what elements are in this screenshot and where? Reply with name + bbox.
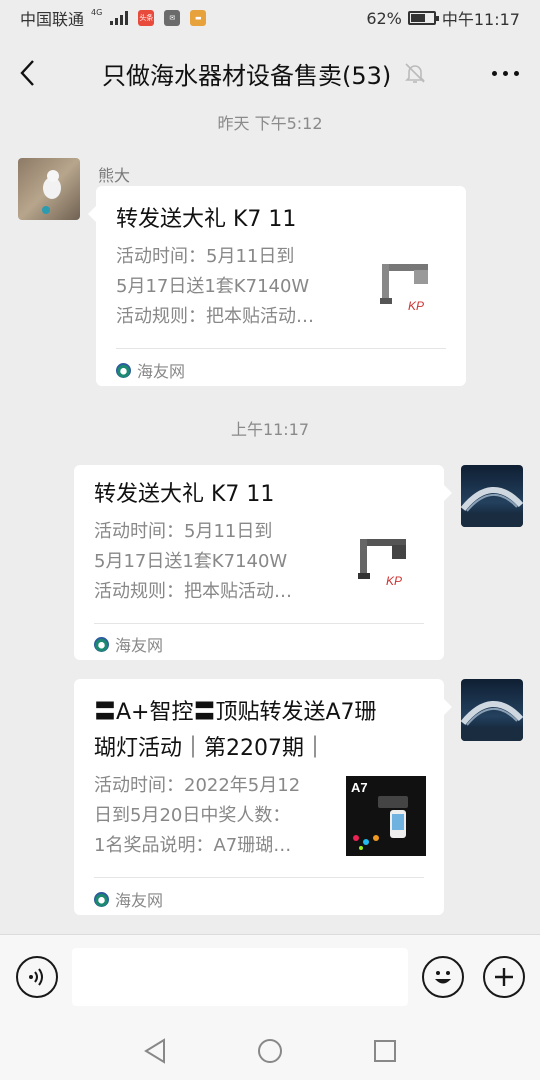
card-divider bbox=[116, 348, 446, 349]
nav-recents-button[interactable] bbox=[372, 1038, 398, 1064]
source-logo-icon bbox=[94, 891, 109, 907]
battery-icon bbox=[407, 11, 439, 25]
network-type: 4G bbox=[91, 7, 103, 17]
message-input[interactable] bbox=[72, 948, 408, 1006]
more-functions-button[interactable] bbox=[483, 956, 525, 998]
card-description: 活动时间：2022年5月12 日到5月20日中奖人数： 1名奖品说明：A7珊瑚… bbox=[94, 775, 301, 856]
news-app-icon: 头条 bbox=[138, 10, 155, 26]
card-thumbnail: KP bbox=[346, 527, 426, 607]
input-bar bbox=[0, 934, 540, 1020]
nav-home-button[interactable] bbox=[257, 1038, 283, 1064]
card-divider bbox=[94, 623, 424, 624]
card-source: 海友网 bbox=[94, 632, 163, 656]
system-navigation-bar bbox=[0, 1020, 540, 1080]
signal-icon bbox=[110, 11, 129, 25]
circle-home-icon bbox=[258, 1039, 282, 1063]
source-name: 海友网 bbox=[137, 362, 186, 381]
timestamp: 昨天 下午5:12 bbox=[217, 114, 323, 133]
card-description: 活动时间：5月11日到 5月17日送1套K7140W 活动规则：把本贴活动… bbox=[94, 521, 292, 602]
more-options-button[interactable] bbox=[470, 36, 540, 110]
source-name: 海友网 bbox=[115, 891, 164, 910]
triangle-back-icon bbox=[144, 1038, 165, 1064]
card-source: 海友网 bbox=[116, 358, 185, 382]
voice-wave-icon bbox=[29, 968, 43, 986]
nav-back-button[interactable] bbox=[142, 1038, 168, 1064]
square-recents-icon bbox=[374, 1040, 396, 1062]
avatar-photo bbox=[461, 700, 523, 741]
link-card[interactable]: 转发送大礼 K7 11 活动时间：5月11日到 5月17日送1套K7140W 活… bbox=[88, 186, 466, 386]
back-button[interactable] bbox=[0, 36, 56, 110]
svg-text:KP: KP bbox=[386, 574, 402, 588]
card-title: 转发送大礼 K7 11 bbox=[116, 207, 297, 232]
card-source: 海友网 bbox=[94, 887, 163, 911]
voice-button[interactable] bbox=[16, 956, 58, 998]
card-thumbnail: KP bbox=[368, 252, 448, 332]
source-logo-icon bbox=[94, 636, 109, 652]
card-thumbnail: A7 bbox=[346, 776, 426, 856]
status-bar: 中国联通 4G 头条 ✉ ▬ 62% 中午11:17 bbox=[0, 0, 540, 36]
avatar-photo bbox=[461, 486, 523, 527]
svg-text:KP: KP bbox=[408, 299, 424, 313]
self-avatar[interactable] bbox=[461, 465, 523, 527]
link-card[interactable]: 转发送大礼 K7 11 活动时间：5月11日到 5月17日送1套K7140W 活… bbox=[74, 465, 452, 660]
emoji-button[interactable] bbox=[422, 956, 464, 998]
mute-bell-icon bbox=[403, 61, 427, 85]
source-name: 海友网 bbox=[115, 636, 164, 655]
sender-avatar[interactable] bbox=[18, 158, 80, 220]
chat-title: 只做海水器材设备售卖(53) bbox=[102, 61, 392, 90]
carrier-name: 中国联通 bbox=[20, 10, 85, 29]
sender-name: 熊大 bbox=[98, 166, 131, 185]
battery-percent: 62% bbox=[366, 8, 402, 28]
card-title: 转发送大礼 K7 11 bbox=[94, 482, 275, 507]
avatar-photo bbox=[42, 170, 61, 214]
source-logo-icon bbox=[116, 362, 131, 378]
clock: 中午11:17 bbox=[441, 10, 520, 29]
svg-text:A7: A7 bbox=[351, 780, 368, 795]
card-title: 〓A+智控〓顶贴转发送A7珊 瑚灯活动｜第2207期｜ bbox=[94, 700, 377, 761]
card-description: 活动时间：5月11日到 5月17日送1套K7140W 活动规则：把本贴活动… bbox=[116, 246, 314, 327]
timestamp: 上午11:17 bbox=[230, 420, 310, 439]
chat-header: 只做海水器材设备售卖(53) bbox=[0, 36, 540, 110]
back-arrow-icon bbox=[20, 60, 34, 86]
smiley-icon bbox=[435, 971, 451, 984]
self-avatar[interactable] bbox=[461, 679, 523, 741]
card-divider bbox=[94, 877, 424, 878]
plus-icon bbox=[495, 968, 513, 986]
link-card[interactable]: 〓A+智控〓顶贴转发送A7珊 瑚灯活动｜第2207期｜ 活动时间：2022年5月… bbox=[74, 679, 452, 915]
wallet-app-icon: ▬ bbox=[190, 10, 207, 26]
message-app-icon: ✉ bbox=[164, 10, 181, 26]
